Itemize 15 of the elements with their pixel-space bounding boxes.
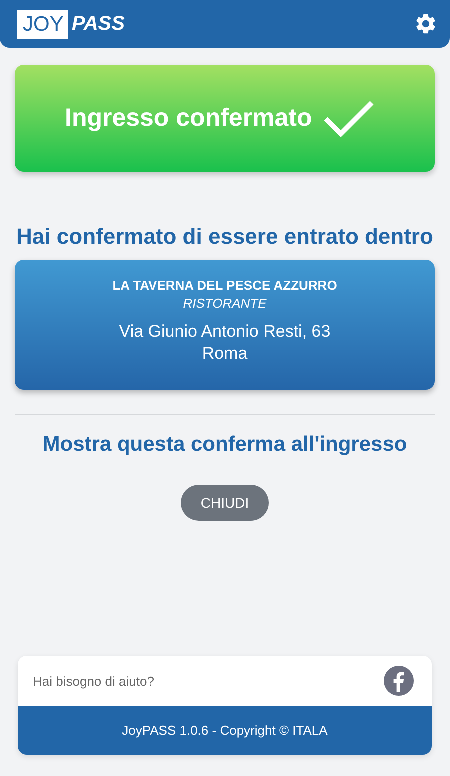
venue-city: Roma [201, 343, 249, 365]
close-button[interactable]: CHIUDI [180, 485, 270, 521]
checkmark-icon [323, 98, 375, 138]
instruction-heading: Mostra questa conferma all'ingresso [42, 432, 408, 458]
logo-text: PASS [72, 12, 125, 36]
venue-category: RISTORANTE [182, 295, 268, 313]
venue-name: LA TAVERNA DEL PESCE AZZURRO [112, 277, 338, 295]
logo-text: JOY [17, 10, 68, 38]
social-icon[interactable] [384, 666, 414, 696]
settings-icon[interactable] [414, 12, 438, 36]
venue-address: Via Giunio Antonio Resti, 63 [118, 321, 332, 343]
copyright-text: JoyPASS 1.0.6 - Copyright © ITALA [18, 706, 432, 755]
confirmation-heading: Hai confermato di essere entrato dentro [16, 223, 434, 251]
help-link[interactable]: Hai bisogno di aiuto? [33, 674, 154, 688]
status-title: Ingresso confermato [65, 103, 312, 134]
